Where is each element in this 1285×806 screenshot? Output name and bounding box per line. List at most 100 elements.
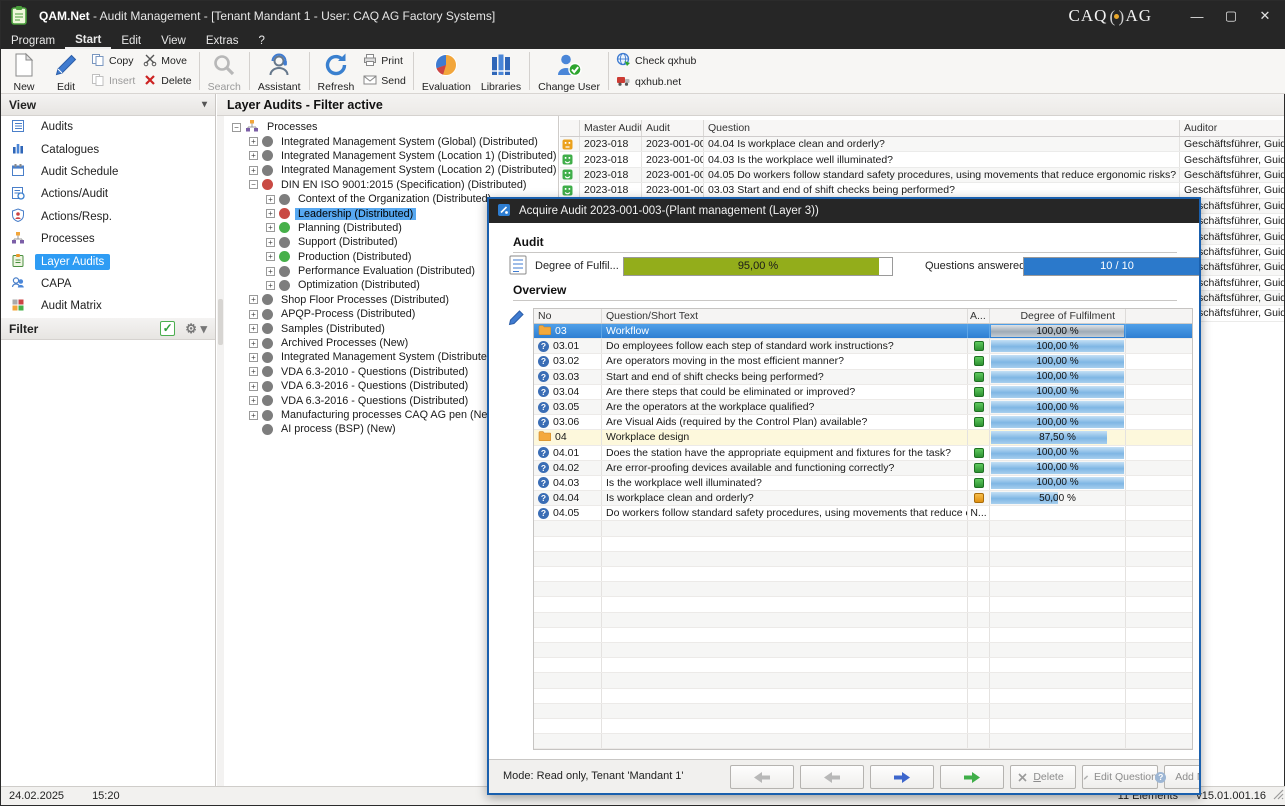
sidebar-item-layer-audits[interactable]: Layer Audits bbox=[1, 250, 215, 272]
filter-panel-header[interactable]: Filter ✓ ⚙ ▾ bbox=[1, 318, 215, 340]
tree-node[interactable]: −DIN EN ISO 9001:2015 (Specification) (D… bbox=[224, 178, 558, 192]
libraries-button[interactable]: Libraries bbox=[476, 49, 526, 93]
expand-icon[interactable]: + bbox=[266, 209, 275, 218]
sidebar-item-actions-audit[interactable]: Actions/Audit bbox=[1, 183, 215, 205]
tree-node[interactable]: −Processes bbox=[224, 120, 558, 134]
print-button[interactable]: Print bbox=[363, 53, 406, 70]
previous-record-button[interactable] bbox=[800, 765, 864, 789]
expand-icon[interactable]: + bbox=[249, 367, 258, 376]
expand-icon[interactable]: + bbox=[249, 411, 258, 420]
check-qxhub-button[interactable]: Check qxhub bbox=[616, 52, 696, 70]
expand-icon[interactable]: + bbox=[249, 151, 258, 160]
filter-active-checkbox[interactable]: ✓ bbox=[160, 321, 175, 336]
search-icon bbox=[211, 52, 237, 81]
change-user-button[interactable]: Change User bbox=[533, 49, 605, 93]
search-button[interactable]: Search bbox=[203, 49, 246, 93]
move-button[interactable]: Move bbox=[143, 53, 191, 70]
view-panel-header[interactable]: View ▾ bbox=[1, 94, 215, 116]
tree-node-label: Support (Distributed) bbox=[295, 236, 401, 248]
overview-row-04.05[interactable]: ?04.05Do workers follow standard safety … bbox=[534, 506, 1192, 521]
expand-icon[interactable]: + bbox=[266, 195, 275, 204]
expand-icon[interactable]: + bbox=[266, 252, 275, 261]
layer-audits-icon bbox=[11, 253, 25, 270]
evaluation-button[interactable]: Evaluation bbox=[417, 49, 476, 93]
expand-icon[interactable]: + bbox=[249, 324, 258, 333]
resize-grip-icon[interactable] bbox=[1273, 789, 1284, 803]
degree-cell: 100,00 % bbox=[990, 461, 1126, 475]
overview-row-03[interactable]: 03Workflow100,00 % bbox=[534, 324, 1192, 339]
next-record-button[interactable] bbox=[870, 765, 934, 789]
expand-icon[interactable]: + bbox=[266, 267, 275, 276]
tree-node[interactable]: +Integrated Management System (Location … bbox=[224, 163, 558, 177]
overview-row-04[interactable]: 04Workplace design87,50 % bbox=[534, 430, 1192, 445]
overview-row-03.04[interactable]: ?03.04Are there steps that could be elim… bbox=[534, 385, 1192, 400]
first-record-button[interactable] bbox=[730, 765, 794, 789]
audit-table-row[interactable]: 2023-0182023-001-00304.03 Is the workpla… bbox=[560, 152, 1284, 167]
expand-icon[interactable]: + bbox=[249, 353, 258, 362]
collapse-icon[interactable]: − bbox=[232, 123, 241, 132]
maximize-button[interactable]: ▢ bbox=[1214, 1, 1248, 31]
expand-icon[interactable]: + bbox=[249, 137, 258, 146]
degree-cell: 100,00 % bbox=[990, 354, 1126, 368]
menu-item-start[interactable]: Start bbox=[65, 31, 111, 49]
filter-gear-icon[interactable]: ⚙ ▾ bbox=[185, 321, 207, 337]
assistant-button[interactable]: Assistant bbox=[253, 49, 306, 93]
send-button[interactable]: Send bbox=[363, 73, 406, 90]
expand-icon[interactable]: + bbox=[249, 295, 258, 304]
sidebar-item-capa[interactable]: CAPA bbox=[1, 273, 215, 295]
table-header-row[interactable]: Master Audit Audit Question Auditor bbox=[560, 120, 1284, 137]
dialog-title-bar[interactable]: Acquire Audit 2023-001-003-(Plant manage… bbox=[489, 199, 1199, 223]
expand-icon[interactable]: + bbox=[249, 339, 258, 348]
menu-item-view[interactable]: View bbox=[151, 31, 196, 49]
tree-scrollbar[interactable] bbox=[217, 116, 224, 786]
close-button[interactable]: ✕ bbox=[1248, 1, 1282, 31]
overview-table-header[interactable]: No Question/Short Text A... Degree of Fu… bbox=[534, 309, 1192, 324]
sidebar-item-audits[interactable]: Audits bbox=[1, 116, 215, 138]
overview-row-03.03[interactable]: ?03.03Start and end of shift checks bein… bbox=[534, 370, 1192, 385]
audit-table-row[interactable]: 2023-0182023-001-00304.05 Do workers fol… bbox=[560, 168, 1284, 183]
expand-icon[interactable]: + bbox=[249, 310, 258, 319]
overview-row-04.01[interactable]: ?04.01Does the station have the appropri… bbox=[534, 446, 1192, 461]
sidebar-item-actions-resp-[interactable]: Actions/Resp. bbox=[1, 206, 215, 228]
insert-button[interactable]: Insert bbox=[91, 73, 135, 90]
expand-icon[interactable]: + bbox=[266, 223, 275, 232]
menu-item-program[interactable]: Program bbox=[1, 31, 65, 49]
expand-icon[interactable]: + bbox=[266, 238, 275, 247]
menu-item-?[interactable]: ? bbox=[248, 31, 274, 49]
collapse-icon[interactable]: − bbox=[249, 180, 258, 189]
qxhub-net-button[interactable]: qxhub.net bbox=[616, 73, 696, 91]
overview-row-03.02[interactable]: ?03.02Are operators moving in the most e… bbox=[534, 354, 1192, 369]
refresh-button[interactable]: Refresh bbox=[313, 49, 360, 93]
expand-icon[interactable]: + bbox=[249, 382, 258, 391]
edit-button[interactable]: Edit bbox=[45, 49, 87, 93]
overview-row-03.05[interactable]: ?03.05Are the operators at the workplace… bbox=[534, 400, 1192, 415]
edit-question-button[interactable]: Edit Question bbox=[1082, 765, 1158, 789]
audit-table-row[interactable]: 2023-0182023-001-00304.04 Is workplace c… bbox=[560, 137, 1284, 152]
tree-node[interactable]: +Integrated Management System (Global) (… bbox=[224, 134, 558, 148]
tree-node[interactable]: +Integrated Management System (Location … bbox=[224, 149, 558, 163]
change-user-icon bbox=[556, 52, 582, 81]
expand-icon[interactable]: + bbox=[249, 396, 258, 405]
sidebar-item-audit-matrix[interactable]: Audit Matrix bbox=[1, 295, 215, 317]
menu-item-edit[interactable]: Edit bbox=[111, 31, 151, 49]
overview-row-04.03[interactable]: ?04.03Is the workplace well illuminated?… bbox=[534, 476, 1192, 491]
sidebar-item-catalogues[interactable]: Catalogues bbox=[1, 138, 215, 160]
copy-button[interactable]: Copy bbox=[91, 53, 135, 70]
expand-icon[interactable]: + bbox=[266, 281, 275, 290]
delete-question-button[interactable]: Delete bbox=[1010, 765, 1076, 789]
overview-row-04.04[interactable]: ?04.04Is workplace clean and orderly?50,… bbox=[534, 491, 1192, 506]
overview-row-03.01[interactable]: ?03.01Do employees follow each step of s… bbox=[534, 339, 1192, 354]
sidebar-item-processes[interactable]: Processes bbox=[1, 228, 215, 250]
overview-row-03.06[interactable]: ?03.06Are Visual Aids (required by the C… bbox=[534, 415, 1192, 430]
minimize-button[interactable]: — bbox=[1180, 1, 1214, 31]
menu-item-extras[interactable]: Extras bbox=[196, 31, 249, 49]
expand-icon[interactable]: + bbox=[249, 166, 258, 175]
new-button[interactable]: New bbox=[3, 49, 45, 93]
tree-scrollbar-thumb[interactable] bbox=[218, 299, 223, 345]
sidebar-item-audit-schedule[interactable]: Audit Schedule bbox=[1, 161, 215, 183]
add-new-question-button[interactable]: ? Add New Question bbox=[1164, 765, 1201, 789]
overview-row-04.02[interactable]: ?04.02Are error-proofing devices availab… bbox=[534, 461, 1192, 476]
delete-button[interactable]: Delete bbox=[143, 73, 191, 90]
degree-cell: 87,50 % bbox=[990, 430, 1126, 444]
last-record-button[interactable] bbox=[940, 765, 1004, 789]
